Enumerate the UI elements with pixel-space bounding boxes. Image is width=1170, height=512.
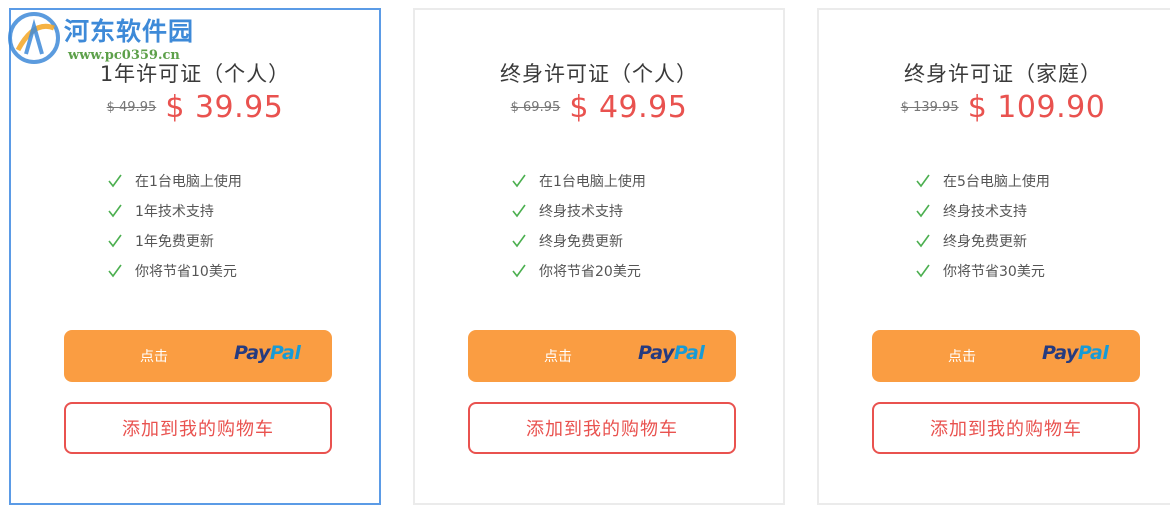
feature-label: 你将节省20美元	[539, 264, 641, 280]
check-icon	[108, 264, 122, 278]
old-price: $ 139.95	[900, 100, 959, 115]
feature-label: 终身技术支持	[539, 204, 623, 220]
feature-list: 在5台电脑上使用 终身技术支持 终身免费更新 你将节省30美元	[915, 166, 1050, 286]
paypal-logo: PayPal	[234, 342, 301, 364]
feature-item: 你将节省20美元	[511, 256, 646, 286]
feature-list: 在1台电脑上使用 1年技术支持 1年免费更新 你将节省10美元	[107, 166, 242, 286]
feature-label: 在5台电脑上使用	[943, 174, 1050, 190]
feature-item: 在5台电脑上使用	[915, 166, 1050, 196]
paypal-logo: PayPal	[1042, 342, 1109, 364]
old-price: $ 49.95	[106, 100, 157, 115]
paypal-buy-button[interactable]: 点击 PayPal	[468, 330, 736, 382]
old-price: $ 69.95	[510, 100, 561, 115]
check-icon	[916, 264, 930, 278]
feature-label: 1年技术支持	[135, 204, 214, 220]
feature-item: 终身免费更新	[915, 226, 1050, 256]
feature-label: 终身免费更新	[539, 234, 623, 250]
feature-item: 你将节省10美元	[107, 256, 242, 286]
plan-title: 终身许可证（个人）	[500, 62, 698, 86]
feature-item: 在1台电脑上使用	[107, 166, 242, 196]
feature-item: 你将节省30美元	[915, 256, 1050, 286]
add-to-cart-button[interactable]: 添加到我的购物车	[64, 402, 332, 454]
check-icon	[108, 234, 122, 248]
check-icon	[916, 204, 930, 218]
add-to-cart-button[interactable]: 添加到我的购物车	[872, 402, 1140, 454]
feature-list: 在1台电脑上使用 终身技术支持 终身免费更新 你将节省20美元	[511, 166, 646, 286]
plan-card-1year-personal[interactable]: 1年许可证（个人） $ 49.95 $ 39.95 在1台电脑上使用 1年技术支…	[9, 8, 381, 505]
feature-item: 终身免费更新	[511, 226, 646, 256]
check-icon	[916, 234, 930, 248]
feature-label: 1年免费更新	[135, 234, 214, 250]
current-price: $ 49.95	[569, 90, 688, 125]
feature-item: 终身技术支持	[511, 196, 646, 226]
price-row: $ 69.95 $ 49.95	[415, 90, 783, 125]
feature-item: 终身技术支持	[915, 196, 1050, 226]
price-row: $ 49.95 $ 39.95	[11, 90, 379, 125]
feature-item: 1年免费更新	[107, 226, 242, 256]
feature-item: 在1台电脑上使用	[511, 166, 646, 196]
check-icon	[512, 204, 526, 218]
paypal-buy-button[interactable]: 点击 PayPal	[64, 330, 332, 382]
buy-label: 点击	[140, 349, 168, 365]
paypal-logo: PayPal	[638, 342, 705, 364]
watermark-title: 河东软件园	[64, 17, 195, 46]
feature-label: 在1台电脑上使用	[539, 174, 646, 190]
check-icon	[916, 174, 930, 188]
check-icon	[108, 204, 122, 218]
check-icon	[512, 174, 526, 188]
feature-label: 在1台电脑上使用	[135, 174, 242, 190]
buy-label: 点击	[544, 349, 572, 365]
add-to-cart-button[interactable]: 添加到我的购物车	[468, 402, 736, 454]
check-icon	[108, 174, 122, 188]
plan-card-lifetime-family[interactable]: 终身许可证（家庭） $ 139.95 $ 109.90 在5台电脑上使用 终身技…	[817, 8, 1170, 505]
feature-label: 你将节省10美元	[135, 264, 237, 280]
paypal-buy-button[interactable]: 点击 PayPal	[872, 330, 1140, 382]
feature-label: 终身技术支持	[943, 204, 1027, 220]
feature-item: 1年技术支持	[107, 196, 242, 226]
check-icon	[512, 234, 526, 248]
site-logo-icon	[8, 12, 60, 64]
plan-card-lifetime-personal[interactable]: 终身许可证（个人） $ 69.95 $ 49.95 在1台电脑上使用 终身技术支…	[413, 8, 785, 505]
buy-label: 点击	[948, 349, 976, 365]
plan-title: 终身许可证（家庭）	[904, 62, 1102, 86]
feature-label: 终身免费更新	[943, 234, 1027, 250]
watermark-url: www.pc0359.cn	[68, 48, 180, 63]
price-row: $ 139.95 $ 109.90	[819, 90, 1170, 125]
feature-label: 你将节省30美元	[943, 264, 1045, 280]
site-watermark: 河东软件园 www.pc0359.cn	[4, 10, 214, 70]
current-price: $ 39.95	[165, 90, 284, 125]
current-price: $ 109.90	[967, 90, 1106, 125]
check-icon	[512, 264, 526, 278]
